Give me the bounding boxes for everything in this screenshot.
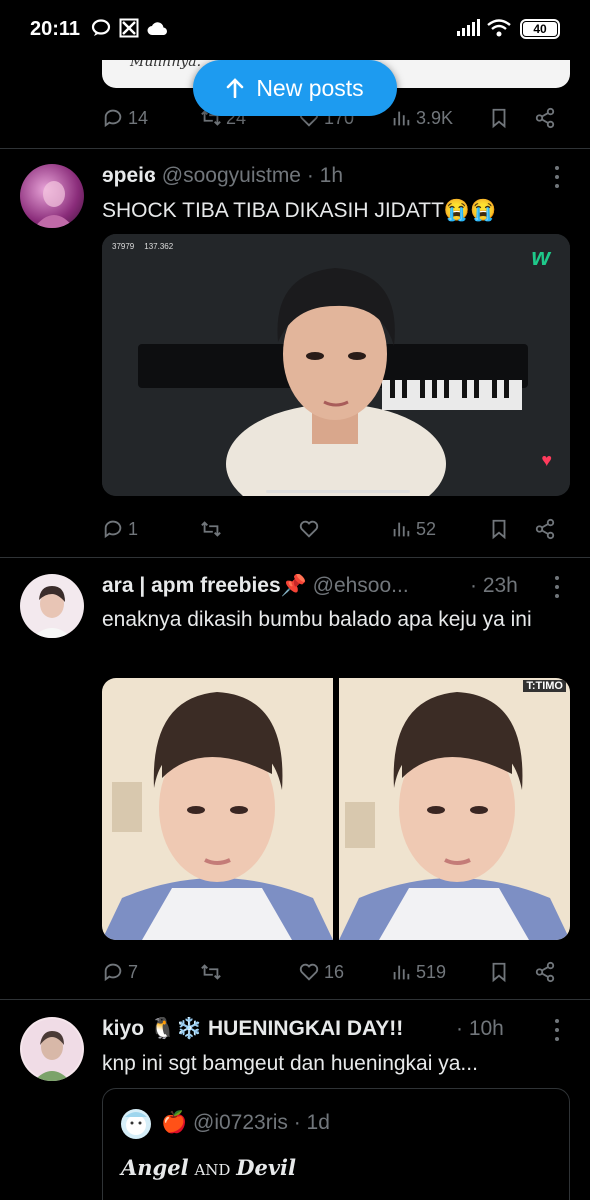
display-name[interactable]: ɘpeiɞ [102,164,156,187]
post-video[interactable]: 37979 137.362 w ♥ [102,234,570,496]
handle[interactable]: @ehsoo... [313,574,409,597]
more-options-button[interactable] [554,576,560,598]
view-count: 519 [416,961,447,982]
quote-emoji: 🍎 [161,1111,188,1134]
cloud-icon [146,18,170,38]
views-button[interactable]: 519 [390,961,446,983]
more-options-button[interactable] [554,1019,560,1041]
reply-icon [104,109,122,128]
battery-level: 40 [523,22,557,36]
heart-icon [299,963,319,981]
views-icon [393,111,410,126]
quote-handle[interactable]: @i0723ris [193,1111,288,1134]
post-actions: 7 16 519 [102,957,560,987]
new-posts-label: New posts [256,74,364,101]
share-button[interactable] [534,961,556,983]
clock: 20:11 [30,18,81,40]
reply-count: 14 [128,107,149,128]
post-images: T:TIMO [102,678,570,940]
avatar[interactable] [20,164,84,228]
display-name[interactable]: ara | apm freebies📌 [102,574,307,597]
quote-text-devil: Devil [236,1155,296,1180]
status-bar: 20:11 40 [0,0,590,60]
share-icon [535,518,555,540]
post-text: SHOCK TIBA TIBA DIKASIH JIDATT😭😭 [102,199,497,222]
post-header: kiyo 🐧❄️ HUENINGKAI DAY!! [102,1017,472,1041]
display-name[interactable]: kiyo 🐧❄️ HUENINGKAI DAY!! [102,1017,403,1040]
heart-reaction-icon: ♥ [541,450,552,470]
reply-button[interactable]: 14 [102,107,148,129]
avatar[interactable] [20,1017,84,1081]
quote-header: 🍎 @i0723ris · 1d [161,1111,330,1135]
quote-avatar[interactable] [121,1109,151,1139]
handle[interactable]: @soogyuistme [162,164,301,187]
wifi-icon [486,18,512,38]
quote-text-angel: Angel [121,1155,189,1180]
repost-button[interactable] [200,518,222,540]
post-text: enaknya dikasih bumbu balado apa keju ya… [102,608,532,631]
weverse-logo: w [531,244,550,271]
view-count: 3.9K [416,107,454,128]
post-header: ara | apm freebies📌 @ehsoo... [102,574,502,598]
bookmark-icon [492,519,506,540]
like-count: 16 [324,961,345,982]
post-header: ɘpeiɞ @soogyuistme · 1h [102,164,562,188]
video-like-count: 137.362 [144,242,174,251]
views-button[interactable]: 52 [390,518,436,540]
post-text: knp ini sgt bamgeut dan hueningkai ya... [102,1052,478,1075]
post-actions: 1 52 [102,514,560,544]
reply-icon [104,520,122,539]
bookmark-button[interactable] [488,961,510,983]
new-posts-button[interactable]: New posts [193,60,397,116]
views-icon [393,965,410,980]
share-button[interactable] [534,518,556,540]
timestamp[interactable]: · 10h [456,1017,536,1041]
image-watermark: T:TIMO [523,680,566,692]
app-notification-icon [118,18,140,38]
divider [0,557,590,558]
view-count: 52 [416,518,437,539]
quote-timestamp[interactable]: · 1d [294,1111,330,1134]
timestamp[interactable]: · 1h [307,164,343,187]
reply-icon [104,963,122,982]
repost-icon [201,521,221,537]
like-button[interactable]: 16 [298,961,344,983]
like-button[interactable] [298,518,320,540]
bookmark-button[interactable] [488,107,510,129]
reply-button[interactable]: 7 [102,961,138,983]
quote-text: Angel AND Devil [121,1155,296,1181]
repost-button[interactable] [200,961,222,983]
reply-count: 7 [128,961,139,982]
quoted-post[interactable]: 🍎 @i0723ris · 1d Angel AND Devil [102,1088,570,1200]
video-stats: 37979 137.362 [112,242,173,251]
arrow-up-icon [227,78,244,98]
share-button[interactable] [534,107,556,129]
post-image[interactable] [102,678,333,940]
video-view-count: 37979 [112,242,135,251]
repost-icon [201,964,221,980]
views-icon [393,522,410,537]
heart-icon [299,520,319,538]
views-button[interactable]: 3.9K [390,107,453,129]
share-icon [535,961,555,983]
reply-button[interactable]: 1 [102,518,138,540]
quote-text-and: AND [194,1161,231,1179]
battery-icon: 40 [520,19,560,39]
bookmark-icon [492,108,506,129]
video-frame [102,234,570,496]
bookmark-button[interactable] [488,518,510,540]
post-image[interactable]: T:TIMO [339,678,570,940]
chat-notification-icon [90,18,112,38]
share-icon [535,107,555,129]
avatar[interactable] [20,574,84,638]
more-options-button[interactable] [554,166,560,188]
divider [0,148,590,149]
timestamp[interactable]: · 23h [470,574,540,598]
signal-icon [455,18,481,38]
reply-count: 1 [128,518,139,539]
bookmark-icon [492,962,506,983]
divider [0,999,590,1000]
